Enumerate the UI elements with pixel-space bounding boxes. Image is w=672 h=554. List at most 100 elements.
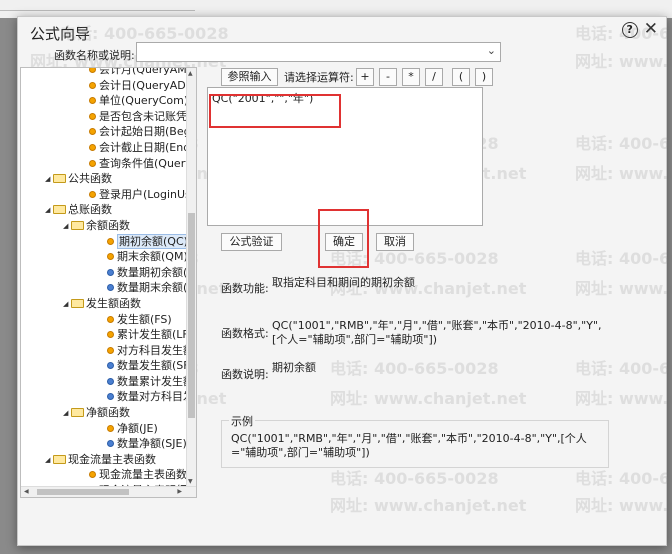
function-icon (89, 68, 96, 73)
function-description-text: 期初余额 (272, 361, 316, 374)
close-icon[interactable]: ✕ (644, 21, 658, 38)
tree-folder[interactable]: ◢ 公共函数 (21, 171, 187, 187)
tree-folder[interactable]: ◢ 总账函数 (21, 202, 187, 218)
tree-vertical-scroll-thumb[interactable] (188, 213, 195, 418)
tree-folder[interactable]: ◢ 余额函数 (21, 218, 187, 234)
function-icon (107, 331, 114, 339)
function-icon (107, 315, 114, 323)
tree-item[interactable]: 数量净额(SJE) (21, 436, 187, 452)
tree-item-label: 净额(JE) (117, 421, 158, 435)
tree-item-label: 余额函数 (86, 218, 130, 232)
function-tree[interactable]: 会计月(QueryAMont 会计日(QueryADay) 单位(QueryCom)… (20, 67, 197, 498)
function-name-label: 函数名称或说明: (54, 49, 135, 62)
tree-item-label: 登录用户(LoginUser (99, 187, 187, 201)
tree-folder[interactable]: ◢ 现金流量主表函数 (21, 452, 187, 468)
tree-item-label: 数量期末余额(SQ (117, 281, 187, 295)
function-icon (107, 284, 114, 292)
tree-horizontal-scrollbar[interactable]: ◀ ▶ (21, 486, 196, 497)
background-divider (0, 10, 195, 11)
scroll-right-icon[interactable]: ▶ (177, 488, 182, 495)
operator-multiply-button[interactable]: * (402, 68, 420, 86)
function-purpose-text: 取指定科目和期间的期初余额 (272, 276, 415, 289)
chevron-down-icon: ⌄ (486, 44, 496, 57)
tree-item-label: 会计月(QueryAMont (99, 67, 187, 76)
operator-plus-button[interactable]: + (356, 68, 374, 86)
operator-divide-button[interactable]: / (425, 68, 443, 86)
tree-item[interactable]: 登录用户(LoginUser (21, 187, 187, 203)
tree-item-label: 累计发生额(LFS) (117, 328, 187, 342)
tree-item-label: 会计起始日期(Begin (99, 125, 187, 139)
function-icon (107, 237, 114, 245)
tree-item-label: 数量发生额(SFS) (117, 359, 187, 373)
tree-item[interactable]: 数量对方科目发生 (21, 389, 187, 405)
function-icon (107, 440, 114, 448)
expand-triangle-icon[interactable]: ◢ (63, 297, 71, 312)
operator-close-paren-button[interactable]: ) (475, 68, 493, 86)
tree-item[interactable]: 单位(QueryCom) (21, 93, 187, 109)
function-description-label: 函数说明: (221, 368, 269, 381)
tree-item[interactable]: 查询条件值(QueryVa (21, 156, 187, 172)
tree-item-label: 总账函数 (68, 203, 112, 217)
function-icon (89, 112, 96, 120)
operator-minus-button[interactable]: - (379, 68, 397, 86)
function-tree-list: 会计月(QueryAMont 会计日(QueryADay) 单位(QueryCom)… (21, 67, 187, 497)
scroll-down-icon[interactable]: ▼ (188, 478, 193, 485)
tree-item[interactable]: 数量期初余额(SQ (21, 265, 187, 281)
scroll-left-icon[interactable]: ◀ (24, 488, 29, 495)
tree-vertical-scrollbar[interactable]: ▲ ▼ (186, 68, 196, 487)
tree-item-label: 现金流量主表函数 (68, 452, 156, 466)
tree-item-label: 对方科目发生额( (117, 343, 187, 357)
tree-item[interactable]: 数量期末余额(SQ (21, 280, 187, 296)
function-purpose-label: 函数功能: (221, 282, 269, 295)
tree-item[interactable]: 发生额(FS) (21, 312, 187, 328)
tree-item-label: 会计日(QueryADay) (99, 78, 187, 92)
function-icon (89, 143, 96, 151)
scroll-up-icon[interactable]: ▲ (188, 70, 193, 77)
folder-icon (53, 205, 66, 215)
function-icon (89, 97, 96, 105)
tree-item[interactable]: 是否包含未记账凭证 (21, 109, 187, 125)
tree-item[interactable]: 期初余额(QC) (21, 233, 187, 250)
tree-item[interactable]: 现金流量主表函数 (21, 467, 187, 483)
operator-label: 请选择运算符: (284, 71, 354, 84)
function-icon (89, 190, 96, 198)
folder-icon (71, 298, 84, 308)
tree-horizontal-scroll-thumb[interactable] (37, 489, 129, 495)
tree-item-label: 现金流量主表函数 (99, 468, 187, 482)
function-icon (89, 159, 96, 167)
expand-triangle-icon[interactable]: ◢ (45, 203, 53, 218)
function-format-label: 函数格式: (221, 327, 269, 340)
tree-item[interactable]: 会计月(QueryAMont (21, 67, 187, 78)
folder-icon (53, 454, 66, 464)
operator-open-paren-button[interactable]: ( (452, 68, 470, 86)
expand-triangle-icon[interactable]: ◢ (45, 453, 53, 468)
tree-folder[interactable]: ◢ 发生额函数 (21, 296, 187, 312)
tree-item-label: 是否包含未记账凭证 (99, 109, 187, 123)
function-name-select[interactable]: ⌄ (136, 42, 501, 62)
tree-item[interactable]: 数量累计发生额( (21, 374, 187, 390)
tree-item-label: 净额函数 (86, 406, 130, 420)
verify-formula-button[interactable]: 公式验证 (221, 233, 282, 251)
cancel-button[interactable]: 取消 (376, 233, 414, 251)
tree-item[interactable]: 会计起始日期(Begin (21, 124, 187, 140)
tree-item[interactable]: 会计日(QueryADay) (21, 78, 187, 94)
expand-triangle-icon[interactable]: ◢ (45, 172, 53, 187)
expand-triangle-icon[interactable]: ◢ (63, 406, 71, 421)
function-icon (107, 268, 114, 276)
tree-folder[interactable]: ◢ 净额函数 (21, 405, 187, 421)
tree-item[interactable]: 会计截止日期(EndDa (21, 140, 187, 156)
tree-item[interactable]: 净额(JE) (21, 421, 187, 437)
function-icon (107, 253, 114, 261)
function-icon (89, 471, 96, 479)
highlight-formula-box (209, 94, 341, 128)
tree-item[interactable]: 期末余额(QM) (21, 249, 187, 265)
function-icon (107, 346, 114, 354)
function-format-text: QC("1001","RMB","年","月","借","账套","本币","2… (272, 319, 602, 346)
tree-item[interactable]: 数量发生额(SFS) (21, 358, 187, 374)
folder-icon (53, 174, 66, 184)
tree-item[interactable]: 对方科目发生额( (21, 343, 187, 359)
reference-input-button[interactable]: 参照输入 (221, 68, 278, 86)
tree-item[interactable]: 累计发生额(LFS) (21, 327, 187, 343)
expand-triangle-icon[interactable]: ◢ (63, 219, 71, 234)
help-icon[interactable]: ? (621, 22, 638, 38)
